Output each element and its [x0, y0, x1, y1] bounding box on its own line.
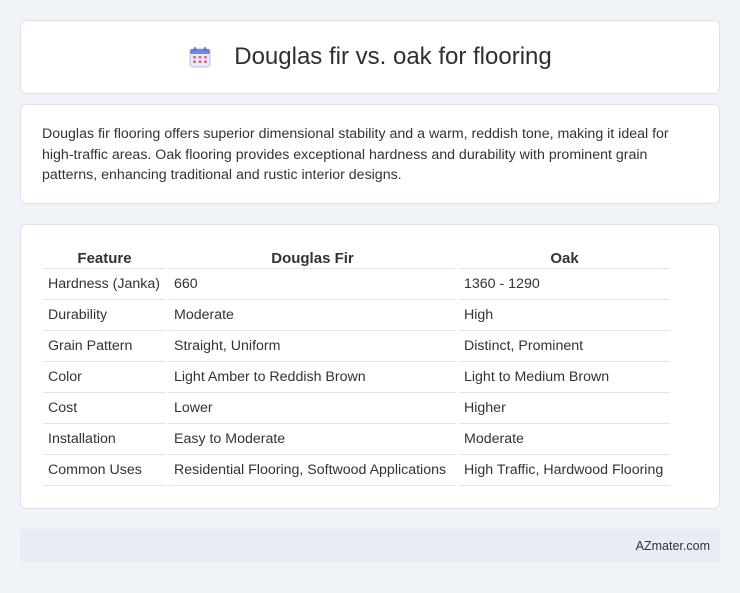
comparison-card: Feature Douglas Fir Oak Hardness (Janka)… [20, 224, 720, 509]
table-row: Installation Easy to Moderate Moderate [43, 424, 670, 455]
feature-cell: Color [43, 362, 166, 393]
comparison-table: Feature Douglas Fir Oak Hardness (Janka)… [40, 247, 673, 486]
footer: AZmater.com [20, 529, 720, 562]
oak-cell: Distinct, Prominent [459, 331, 670, 362]
douglas-fir-cell: Easy to Moderate [169, 424, 456, 455]
douglas-fir-cell: Light Amber to Reddish Brown [169, 362, 456, 393]
feature-cell: Durability [43, 300, 166, 331]
oak-cell: Light to Medium Brown [459, 362, 670, 393]
column-header-oak: Oak [459, 247, 670, 269]
table-row: Grain Pattern Straight, Uniform Distinct… [43, 331, 670, 362]
oak-cell: Higher [459, 393, 670, 424]
title-card: Douglas fir vs. oak for flooring [20, 20, 720, 94]
oak-cell: High Traffic, Hardwood Flooring [459, 455, 670, 486]
douglas-fir-cell: Residential Flooring, Softwood Applicati… [169, 455, 456, 486]
description-text: Douglas fir flooring offers superior dim… [42, 126, 669, 183]
table-row: Cost Lower Higher [43, 393, 670, 424]
oak-cell: Moderate [459, 424, 670, 455]
calendar-icon [188, 45, 212, 69]
footer-brand: AZmater.com [635, 538, 710, 553]
oak-cell: 1360 - 1290 [459, 269, 670, 300]
table-row: Common Uses Residential Flooring, Softwo… [43, 455, 670, 486]
oak-cell: High [459, 300, 670, 331]
table-header-row: Feature Douglas Fir Oak [43, 247, 670, 269]
feature-cell: Installation [43, 424, 166, 455]
feature-cell: Hardness (Janka) [43, 269, 166, 300]
table-row: Durability Moderate High [43, 300, 670, 331]
table-row: Color Light Amber to Reddish Brown Light… [43, 362, 670, 393]
feature-cell: Common Uses [43, 455, 166, 486]
douglas-fir-cell: Straight, Uniform [169, 331, 456, 362]
feature-cell: Grain Pattern [43, 331, 166, 362]
column-header-feature: Feature [43, 247, 166, 269]
douglas-fir-cell: Lower [169, 393, 456, 424]
douglas-fir-cell: Moderate [169, 300, 456, 331]
feature-cell: Cost [43, 393, 166, 424]
page-title: Douglas fir vs. oak for flooring [234, 43, 552, 70]
description-card: Douglas fir flooring offers superior dim… [20, 104, 720, 204]
table-row: Hardness (Janka) 660 1360 - 1290 [43, 269, 670, 300]
douglas-fir-cell: 660 [169, 269, 456, 300]
column-header-douglas-fir: Douglas Fir [169, 247, 456, 269]
